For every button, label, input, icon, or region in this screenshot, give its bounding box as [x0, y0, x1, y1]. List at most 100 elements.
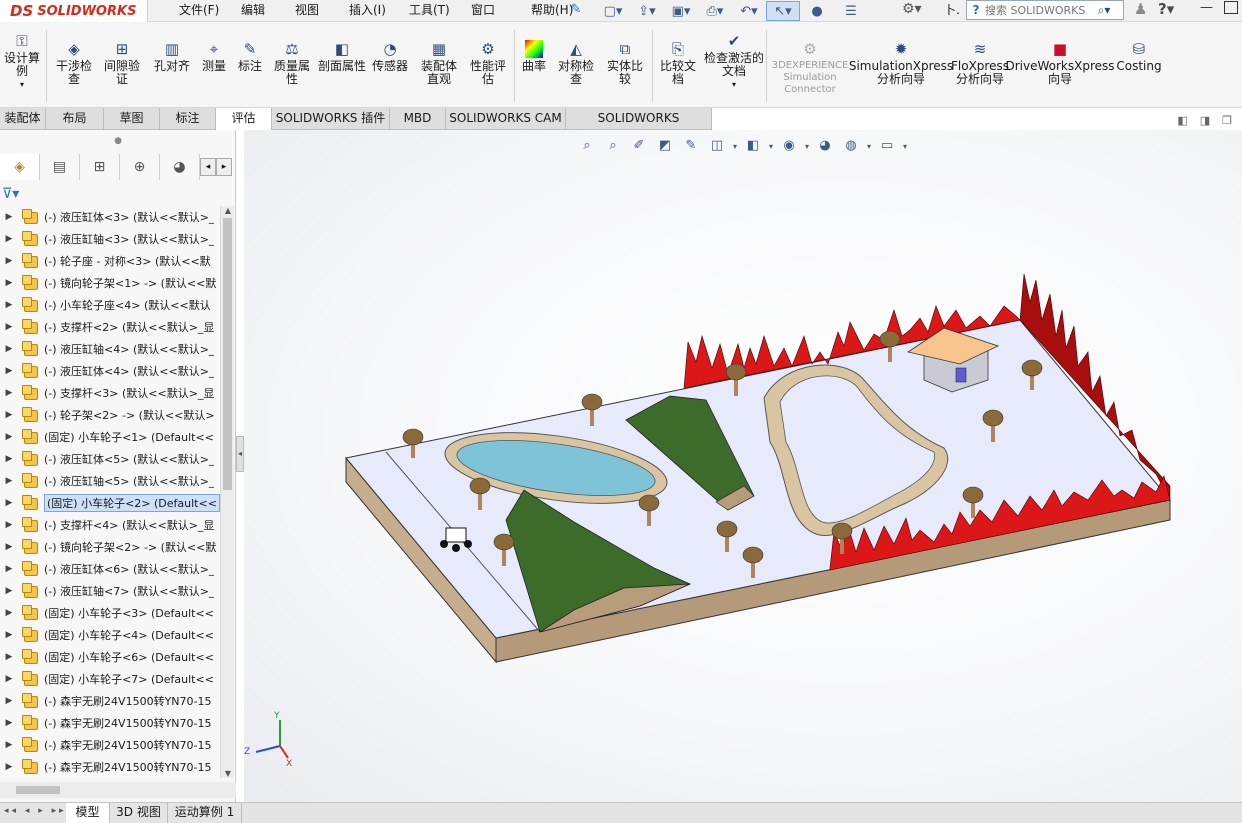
costing-button[interactable]: ⛁ Costing — [1114, 40, 1164, 73]
compare-docs-button[interactable]: ⎘ 比较文档 — [656, 40, 700, 86]
interference-button[interactable]: ◈ 干涉检查 — [52, 40, 96, 86]
menu-edit[interactable]: 编辑(E) — [232, 0, 286, 37]
mass-props-button[interactable]: ⚖ 质量属性 — [270, 40, 314, 86]
tab-sw-cam[interactable]: SOLIDWORKS CAM — [446, 108, 566, 130]
expand-chevron-icon[interactable]: ▶ — [0, 366, 18, 376]
check-doc-button[interactable]: ✔ 检查激活的文档 ▾ — [704, 32, 764, 91]
expand-chevron-icon[interactable]: ▶ — [0, 234, 18, 244]
tab-sw-addins[interactable]: SOLIDWORKS 插件 — [272, 108, 390, 130]
search-icon[interactable]: ⌕▾ — [1095, 3, 1113, 18]
tree-row[interactable]: ▶ (-) 森宇无刷24V1500转YN70-15 — [0, 690, 220, 712]
hole-align-button[interactable]: ▥ 孔对齐 — [150, 40, 194, 73]
tab-3d-views[interactable]: 3D 视图 — [110, 803, 168, 823]
tree-row[interactable]: ▶ (-) 森宇无刷24V1500转YN70-15 — [0, 756, 220, 778]
menu-view[interactable]: 视图(V) — [286, 0, 340, 37]
save-icon[interactable]: ▣▾ — [664, 1, 698, 21]
expand-chevron-icon[interactable]: ▶ — [0, 476, 18, 486]
solidworks-logo[interactable]: DS SOLIDWORKS — [0, 0, 148, 22]
expand-chevron-icon[interactable]: ▶ — [0, 344, 18, 354]
scroll-down-icon[interactable]: ▼ — [221, 769, 235, 778]
tree-row[interactable]: ▶ (-) 液压缸轴<4> (默认<<默认>_ — [0, 338, 220, 360]
tree-row[interactable]: ▶ (固定) 小车轮子<6> (Default<< — [0, 646, 220, 668]
tab-assembly[interactable]: 装配体 — [0, 108, 46, 130]
curvature-button[interactable]: 曲率 — [518, 40, 550, 73]
tree-horizontal-scrollbar[interactable] — [0, 782, 236, 798]
config-manager-tab-icon[interactable]: ⊞ — [80, 154, 120, 180]
section-props-button[interactable]: ◧ 剖面属性 — [318, 40, 366, 73]
expand-chevron-icon[interactable]: ▶ — [0, 762, 18, 772]
search-input[interactable] — [985, 3, 1095, 17]
rebuild-icon[interactable]: ● — [800, 1, 834, 21]
feature-manager-tab-icon[interactable]: ◈ — [0, 154, 40, 180]
performance-button[interactable]: ⚙ 性能评估 — [466, 40, 510, 86]
expand-chevron-icon[interactable]: ▶ — [0, 300, 18, 310]
options-gear-icon[interactable]: ⚙▾ — [902, 1, 922, 17]
expand-chevron-icon[interactable]: ▶ — [0, 322, 18, 332]
graphics-viewport[interactable]: ⌕ ⌕ ✐ ◩ ✎ ◫ ▾ ◧ ▾ ◉ ▾ ◕ ◍ ▾ ▭ ▾ Y Z X — [244, 130, 1242, 802]
expand-chevron-icon[interactable]: ▶ — [0, 256, 18, 266]
new-doc-icon[interactable]: ▢▾ — [596, 1, 630, 21]
help-icon[interactable]: ?▾ — [1158, 0, 1174, 18]
display-manager-tab-icon[interactable]: ◕ — [160, 154, 200, 180]
clearance-button[interactable]: ⊞ 间隙验证 — [100, 40, 144, 86]
tree-row[interactable]: ▶ (-) 液压缸体<4> (默认<<默认>_ — [0, 360, 220, 382]
tile-right-icon[interactable]: ◨ — [1200, 114, 1210, 127]
tree-row[interactable]: ▶ (-) 森宇无刷24V1500转YN70-15 — [0, 712, 220, 734]
expand-chevron-icon[interactable]: ▶ — [0, 454, 18, 464]
menu-window[interactable]: 窗口(W) — [462, 0, 522, 37]
tree-row[interactable]: ▶ (-) 液压缸轴<7> (默认<<默认>_ — [0, 580, 220, 602]
tree-row[interactable]: ▶ (-) 液压缸轴<5> (默认<<默认>_ — [0, 470, 220, 492]
undo-icon[interactable]: ↶▾ — [732, 1, 766, 21]
tab-model[interactable]: 模型 — [66, 803, 110, 823]
file-props-icon[interactable]: ☰ — [834, 1, 868, 21]
expand-chevron-icon[interactable]: ▶ — [0, 278, 18, 288]
panel-splitter[interactable]: ◂ — [236, 436, 244, 472]
menu-file[interactable]: 文件(F) — [170, 0, 232, 22]
scroll-thumb[interactable] — [223, 218, 232, 490]
driveworks-button[interactable]: ■ DriveWorksXpress 向导 — [1005, 40, 1114, 86]
panel-grip[interactable]: ● — [0, 130, 236, 152]
sensor-button[interactable]: ◔ 传感器 — [368, 40, 412, 73]
tab-sw-inspection[interactable]: SOLIDWORKS Inspection — [566, 108, 712, 146]
tree-row[interactable]: ▶ (-) 液压缸轴<3> (默认<<默认>_ — [0, 228, 220, 250]
tree-row[interactable]: ▶ (-) 液压缸体<5> (默认<<默认>_ — [0, 448, 220, 470]
user-icon[interactable]: ♟ — [1134, 0, 1147, 18]
tab-sketch[interactable]: 草图 — [104, 108, 160, 130]
tree-row[interactable]: ▶ (固定) 小车轮子<7> (Default<< — [0, 668, 220, 690]
expand-chevron-icon[interactable]: ▶ — [0, 696, 18, 706]
design-study-button[interactable]: ⚿ 设计算例 ▾ — [2, 32, 42, 91]
tree-row[interactable]: ▶ (固定) 小车轮子<1> (Default<< — [0, 426, 220, 448]
tree-vertical-scrollbar[interactable]: ▲ ▼ — [220, 206, 234, 778]
open-icon[interactable]: ⇪▾ — [630, 1, 664, 21]
restore-window-icon[interactable]: ❐ — [1222, 114, 1232, 127]
property-manager-tab-icon[interactable]: ▤ — [40, 154, 80, 180]
tree-row[interactable]: ▶ (固定) 小车轮子<3> (Default<< — [0, 602, 220, 624]
expand-chevron-icon[interactable]: ▶ — [0, 212, 18, 222]
tree-row[interactable]: ▶ (-) 液压缸体<3> (默认<<默认>_ — [0, 206, 220, 228]
minimize-icon[interactable]: — — [1200, 0, 1213, 15]
pin-icon[interactable]: ✎ — [568, 2, 584, 18]
simxpress-button[interactable]: ✹ SimulationXpress 分析向导 — [849, 40, 953, 86]
tab-layout[interactable]: 布局 — [46, 108, 104, 130]
tree-row[interactable]: ▶ (-) 轮子座 - 对称<3> (默认<<默 — [0, 250, 220, 272]
tree-row[interactable]: ▶ (-) 镜向轮子架<1> -> (默认<<默 — [0, 272, 220, 294]
tree-row[interactable]: ▶ (固定) 小车轮子<2> (Default<< — [0, 492, 220, 514]
print-icon[interactable]: ⎙▾ — [698, 1, 732, 21]
tab-markup[interactable]: 标注 — [160, 108, 216, 130]
tree-row[interactable]: ▶ (固定) 小车轮子<4> (Default<< — [0, 624, 220, 646]
maximize-icon[interactable] — [1224, 1, 1238, 14]
tree-row[interactable]: ▶ (-) 轮子架<2> -> (默认<<默认> — [0, 404, 220, 426]
measure-button[interactable]: ⌖ 测量 — [198, 40, 230, 73]
tree-row[interactable]: ▶ (-) 液压缸体<6> (默认<<默认>_ — [0, 558, 220, 580]
expand-chevron-icon[interactable]: ▶ — [0, 542, 18, 552]
tab-evaluate[interactable]: 评估 — [216, 108, 272, 130]
expand-chevron-icon[interactable]: ▶ — [0, 608, 18, 618]
expand-chevron-icon[interactable]: ▶ — [0, 740, 18, 750]
expand-chevron-icon[interactable]: ▶ — [0, 520, 18, 530]
expand-chevron-icon[interactable]: ▶ — [0, 674, 18, 684]
filter-icon[interactable]: ⊽▾ — [2, 186, 19, 202]
expand-chevron-icon[interactable]: ▶ — [0, 388, 18, 398]
select-pointer-icon[interactable]: ↖▾ — [766, 1, 800, 21]
tab-mbd[interactable]: MBD — [390, 108, 446, 130]
expand-chevron-icon[interactable]: ▶ — [0, 498, 18, 508]
